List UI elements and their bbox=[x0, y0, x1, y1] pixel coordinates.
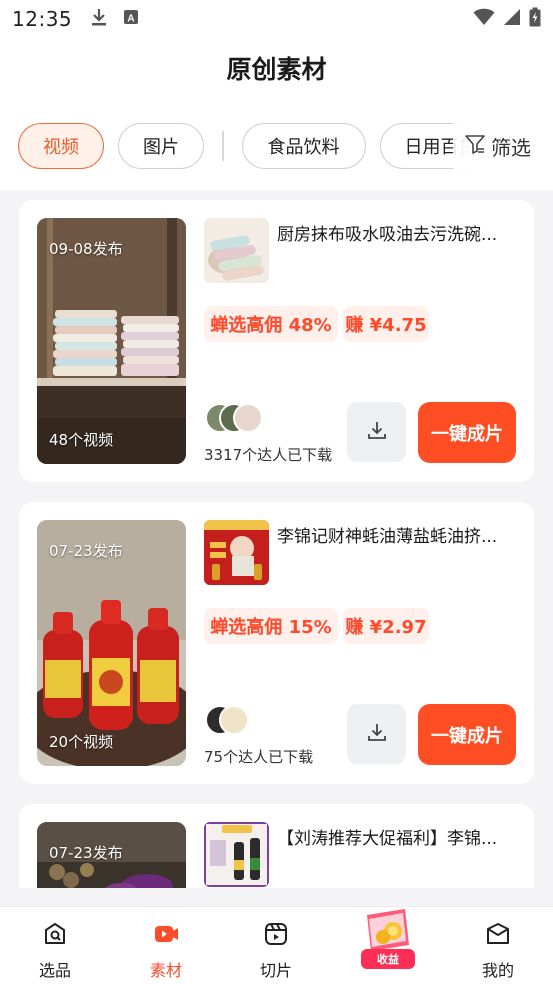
nav-label: 选品 bbox=[38, 961, 71, 980]
one-click-create-button[interactable]: 一键成片 bbox=[418, 704, 516, 765]
material-card[interactable]: 07-23发布 20个视频 李锦记财神蚝油薄盐蚝油挤... 蝉选高佣 15% 赚… bbox=[19, 502, 534, 784]
svg-text:A: A bbox=[128, 14, 135, 25]
publish-date: 07-23发布 bbox=[49, 844, 123, 862]
nav-label: 素材 bbox=[149, 961, 182, 980]
avatar bbox=[219, 705, 249, 735]
video-material-icon bbox=[153, 921, 179, 951]
download-icon bbox=[90, 7, 108, 31]
publish-date: 09-08发布 bbox=[49, 240, 123, 258]
page-title: 原创素材 bbox=[226, 55, 327, 84]
product-title[interactable]: 李锦记财神蚝油薄盐蚝油挤... bbox=[277, 522, 517, 547]
filter-label: 筛选 bbox=[491, 135, 531, 160]
soy-sauce-product-image bbox=[204, 822, 269, 887]
nav-label: 切片 bbox=[259, 961, 292, 980]
towel-product-image bbox=[204, 218, 269, 283]
status-time: 12:35 bbox=[12, 7, 73, 31]
creator-avatars bbox=[205, 403, 265, 433]
download-icon bbox=[366, 419, 388, 445]
product-title[interactable]: 【刘涛推荐大促福利】李锦... bbox=[277, 824, 517, 849]
commission-rate-tag: 蝉选高佣 48% bbox=[204, 306, 338, 342]
material-card[interactable]: 09-08发布 48个视频 厨房抹布吸水吸油去污洗碗... 蝉选高佣 48% 赚… bbox=[19, 200, 534, 482]
nav-label: 我的 bbox=[481, 961, 514, 980]
wifi-icon bbox=[473, 8, 495, 30]
oyster-sauce-product-image bbox=[204, 520, 269, 585]
one-click-create-button[interactable]: 一键成片 bbox=[418, 402, 516, 463]
profile-icon bbox=[485, 921, 511, 951]
product-select-icon bbox=[42, 921, 68, 951]
commission-rate-tag: 蝉选高佣 15% bbox=[204, 608, 338, 644]
tab-food-drinks[interactable]: 食品饮料 bbox=[241, 123, 366, 169]
nav-item-material[interactable]: 素材 bbox=[131, 921, 201, 981]
download-count: 3317个达人已下载 bbox=[204, 446, 333, 464]
material-card[interactable]: 07-23发布 【刘涛推荐大促福利】李锦... bbox=[19, 804, 534, 888]
app-notification-icon: A bbox=[122, 8, 140, 30]
video-thumbnail[interactable]: 07-23发布 bbox=[37, 822, 186, 888]
product-image[interactable] bbox=[204, 822, 269, 887]
earn-amount-tag: 赚 ¥4.75 bbox=[343, 306, 429, 342]
earnings-gift-icon bbox=[367, 909, 409, 951]
download-button[interactable] bbox=[347, 402, 406, 462]
video-count: 48个视频 bbox=[49, 431, 114, 449]
nav-item-select[interactable]: 选品 bbox=[20, 921, 90, 981]
nav-item-mine[interactable]: 我的 bbox=[463, 921, 533, 981]
video-count: 20个视频 bbox=[49, 733, 114, 751]
creator-avatars bbox=[205, 705, 265, 735]
product-image[interactable] bbox=[204, 520, 269, 585]
tab-divider bbox=[222, 131, 224, 161]
nav-item-earnings[interactable]: 收益 bbox=[361, 907, 415, 969]
product-image[interactable] bbox=[204, 218, 269, 283]
status-bar: 12:35 A bbox=[0, 0, 553, 38]
publish-date: 07-23发布 bbox=[49, 542, 123, 560]
clip-icon bbox=[263, 921, 289, 951]
nav-item-clip[interactable]: 切片 bbox=[241, 921, 311, 981]
earnings-label: 收益 bbox=[361, 949, 415, 969]
cellular-signal-icon bbox=[503, 8, 521, 30]
download-count: 75个达人已下载 bbox=[204, 748, 314, 766]
product-title[interactable]: 厨房抹布吸水吸油去污洗碗... bbox=[277, 220, 517, 245]
tab-video[interactable]: 视频 bbox=[18, 123, 104, 169]
filter-icon bbox=[463, 132, 487, 160]
earn-amount-tag: 赚 ¥2.97 bbox=[343, 608, 429, 644]
download-icon bbox=[366, 721, 388, 747]
tab-image[interactable]: 图片 bbox=[118, 123, 204, 169]
download-button[interactable] bbox=[347, 704, 406, 764]
bottom-nav: 选品 素材 切片 收益 我的 bbox=[0, 906, 553, 984]
avatar bbox=[233, 403, 263, 433]
battery-icon bbox=[529, 7, 541, 31]
video-thumbnail[interactable]: 07-23发布 20个视频 bbox=[37, 520, 186, 766]
filter-button[interactable]: 筛选 bbox=[453, 122, 553, 170]
video-thumbnail[interactable]: 09-08发布 48个视频 bbox=[37, 218, 186, 464]
